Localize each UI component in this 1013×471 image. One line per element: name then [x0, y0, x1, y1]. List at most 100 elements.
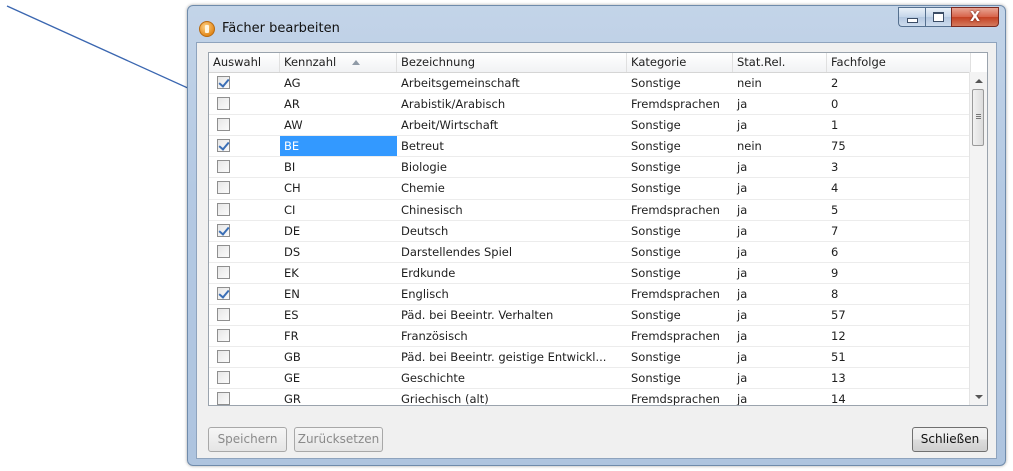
table-row[interactable]: GE Geschichte Sonstige ja 13 — [209, 368, 971, 390]
select-checkbox[interactable] — [217, 371, 230, 385]
select-checkbox[interactable] — [217, 265, 230, 279]
code-cell[interactable]: DS — [280, 242, 397, 262]
table-row[interactable]: AR Arabistik/Arabisch Fremdsprachen ja 0 — [209, 94, 971, 116]
table-row[interactable]: AW Arbeit/Wirtschaft Sonstige ja 1 — [209, 115, 971, 137]
table-row[interactable]: GR Griechisch (alt) Fremdsprachen ja 14 — [209, 389, 971, 405]
column-header-bezeichnung[interactable]: Bezeichnung — [397, 53, 627, 72]
stat-rel-cell[interactable]: ja — [733, 94, 827, 114]
table-row[interactable]: CI Chinesisch Fremdsprachen ja 5 — [209, 200, 971, 221]
name-cell[interactable]: Betreut — [397, 136, 627, 156]
close-button[interactable]: Schließen — [912, 427, 988, 452]
order-cell[interactable]: 5 — [827, 200, 971, 220]
table-row[interactable]: EK Erdkunde Sonstige ja 9 — [209, 263, 971, 284]
code-cell[interactable]: GE — [280, 368, 397, 388]
select-checkbox[interactable] — [217, 244, 230, 258]
column-header-fachfolge[interactable]: Fachfolge — [827, 53, 971, 72]
code-cell[interactable]: BE — [280, 136, 397, 157]
table-row[interactable]: ES Päd. bei Beeintr. Verhalten Sonstige ja 5… — [209, 305, 971, 327]
table-row[interactable]: AG Arbeitsgemeinschaft Sonstige nein 2 — [209, 73, 971, 95]
order-cell[interactable]: 57 — [827, 305, 971, 325]
name-cell[interactable]: Arbeitsgemeinschaft — [397, 73, 627, 93]
order-cell[interactable]: 9 — [827, 263, 971, 283]
code-cell[interactable]: EN — [280, 284, 397, 304]
code-cell[interactable]: DE — [280, 221, 397, 241]
vertical-scrollbar[interactable] — [969, 72, 987, 405]
select-checkbox[interactable] — [217, 392, 230, 405]
table-row[interactable]: BI Biologie Sonstige ja 3 — [209, 157, 971, 179]
code-cell[interactable]: CH — [280, 178, 397, 198]
order-cell[interactable]: 12 — [827, 326, 971, 346]
stat-rel-cell[interactable]: ja — [733, 157, 827, 177]
save-button[interactable]: Speichern — [208, 427, 287, 452]
stat-rel-cell[interactable]: ja — [733, 200, 827, 220]
scrollbar-thumb[interactable] — [972, 89, 984, 146]
name-cell[interactable]: Arabistik/Arabisch — [397, 94, 627, 114]
column-header-auswahl[interactable]: Auswahl — [209, 53, 280, 72]
code-cell[interactable]: BI — [280, 157, 397, 177]
category-cell[interactable]: Sonstige — [627, 305, 733, 325]
order-cell[interactable]: 7 — [827, 221, 971, 241]
select-checkbox[interactable] — [217, 308, 230, 322]
code-cell[interactable]: ES — [280, 305, 397, 325]
maximize-button[interactable] — [925, 7, 951, 27]
stat-rel-cell[interactable]: ja — [733, 115, 827, 135]
table-row[interactable]: DE Deutsch Sonstige ja 7 — [209, 221, 971, 242]
name-cell[interactable]: Biologie — [397, 157, 627, 177]
select-checkbox[interactable] — [217, 139, 230, 153]
select-checkbox[interactable] — [217, 76, 230, 89]
stat-rel-cell[interactable]: ja — [733, 305, 827, 325]
select-checkbox[interactable] — [217, 97, 230, 111]
stat-rel-cell[interactable]: nein — [733, 73, 827, 93]
scroll-down-button[interactable] — [970, 388, 987, 405]
column-header-kennzahl[interactable]: Kennzahl — [280, 53, 397, 72]
category-cell[interactable]: Sonstige — [627, 242, 733, 262]
category-cell[interactable]: Sonstige — [627, 221, 733, 241]
stat-rel-cell[interactable]: ja — [733, 389, 827, 405]
name-cell[interactable]: Päd. bei Beeintr. geistige Entwickl... — [397, 347, 627, 367]
column-header-kategorie[interactable]: Kategorie — [627, 53, 733, 72]
code-cell[interactable]: CI — [280, 200, 397, 220]
select-checkbox[interactable] — [217, 350, 230, 364]
select-checkbox[interactable] — [217, 223, 230, 237]
select-checkbox[interactable] — [217, 286, 230, 300]
reset-button[interactable]: Zurücksetzen — [294, 427, 383, 452]
table-row[interactable]: EN Englisch Fremdsprachen ja 8 — [209, 284, 971, 306]
order-cell[interactable]: 6 — [827, 242, 971, 262]
select-checkbox[interactable] — [217, 160, 230, 174]
title-bar[interactable]: Fächer bearbeiten X — [188, 6, 1005, 42]
category-cell[interactable]: Fremdsprachen — [627, 94, 733, 114]
category-cell[interactable]: Sonstige — [627, 157, 733, 177]
order-cell[interactable]: 51 — [827, 347, 971, 367]
category-cell[interactable]: Sonstige — [627, 178, 733, 198]
stat-rel-cell[interactable]: nein — [733, 136, 827, 156]
code-cell[interactable]: AG — [280, 73, 397, 93]
category-cell[interactable]: Sonstige — [627, 73, 733, 93]
category-cell[interactable]: Sonstige — [627, 115, 733, 135]
stat-rel-cell[interactable]: ja — [733, 347, 827, 367]
name-cell[interactable]: Geschichte — [397, 368, 627, 388]
name-cell[interactable]: Chinesisch — [397, 200, 627, 220]
select-checkbox[interactable] — [217, 202, 230, 216]
name-cell[interactable]: Chemie — [397, 178, 627, 198]
category-cell[interactable]: Fremdsprachen — [627, 326, 733, 346]
name-cell[interactable]: Darstellendes Spiel — [397, 242, 627, 262]
order-cell[interactable]: 1 — [827, 115, 971, 135]
category-cell[interactable]: Sonstige — [627, 136, 733, 156]
table-row[interactable]: CH Chemie Sonstige ja 4 — [209, 178, 971, 200]
category-cell[interactable]: Sonstige — [627, 347, 733, 367]
select-checkbox[interactable] — [217, 329, 230, 343]
category-cell[interactable]: Fremdsprachen — [627, 200, 733, 220]
code-cell[interactable]: AR — [280, 94, 397, 114]
table-row[interactable]: BE Betreut Sonstige nein 75 — [209, 136, 971, 158]
order-cell[interactable]: 14 — [827, 389, 971, 405]
close-window-button[interactable]: X — [951, 7, 999, 27]
order-cell[interactable]: 8 — [827, 284, 971, 304]
code-cell[interactable]: GR — [280, 389, 397, 405]
stat-rel-cell[interactable]: ja — [733, 263, 827, 283]
category-cell[interactable]: Fremdsprachen — [627, 389, 733, 405]
category-cell[interactable]: Sonstige — [627, 263, 733, 283]
select-checkbox[interactable] — [217, 118, 230, 132]
category-cell[interactable]: Sonstige — [627, 368, 733, 388]
order-cell[interactable]: 4 — [827, 178, 971, 198]
name-cell[interactable]: Französisch — [397, 326, 627, 346]
